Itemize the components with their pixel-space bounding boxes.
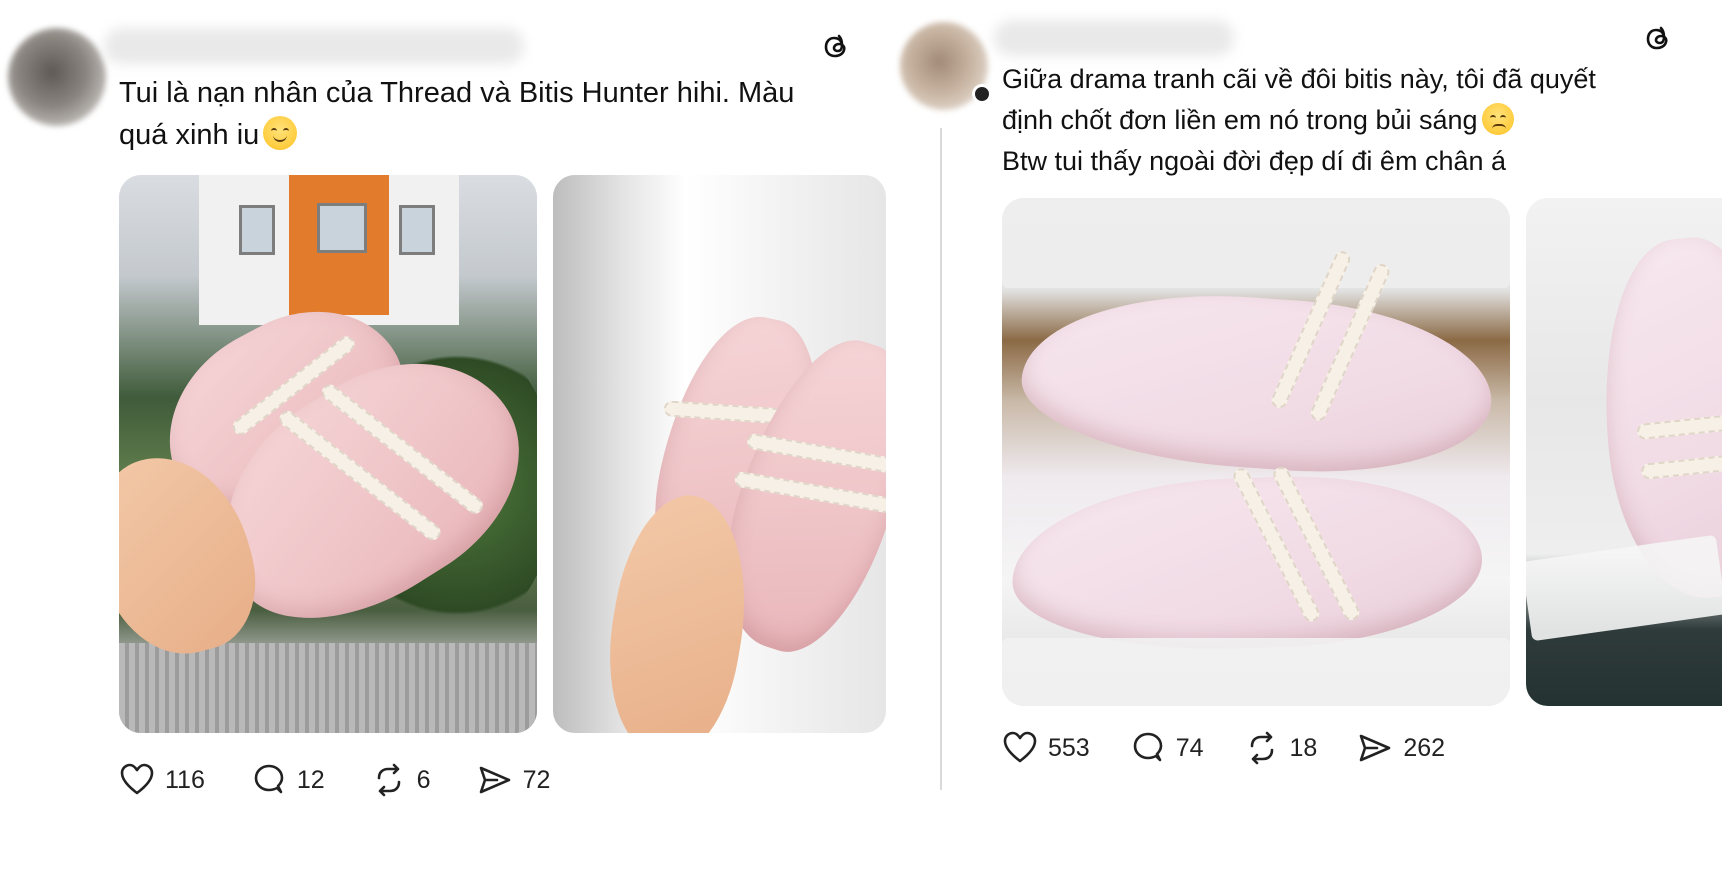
comment-bubble-icon <box>254 764 284 794</box>
repost-count: 18 <box>1289 733 1318 762</box>
comment-button[interactable]: 74 <box>1130 730 1204 766</box>
like-button[interactable]: 116 <box>119 762 205 798</box>
comment-count: 74 <box>1175 733 1204 762</box>
pleading-face-emoji <box>1481 103 1514 135</box>
heart-icon <box>120 763 154 795</box>
post-actions: 553 74 18 262 <box>1002 730 1485 766</box>
caption-line: quá xinh iu <box>119 114 794 156</box>
share-count: 262 <box>1403 733 1446 762</box>
like-button[interactable]: 553 <box>1002 730 1090 766</box>
repost-icon <box>1250 731 1273 765</box>
threads-post-1: Tui là nạn nhân của Thread và Bitis Hunt… <box>0 0 942 890</box>
send-icon <box>1360 734 1391 762</box>
post-caption: Tui là nạn nhân của Thread và Bitis Hunt… <box>119 72 794 156</box>
username-blurred[interactable] <box>104 28 524 64</box>
caption-line: định chốt đơn liền em nó trong bủi sáng <box>1002 100 1596 141</box>
repost-icon <box>377 763 400 797</box>
comment-bubble-icon <box>1133 732 1163 762</box>
like-count: 553 <box>1048 733 1090 762</box>
post-photo-shoes-in-box[interactable] <box>1002 198 1510 706</box>
threads-post-2: Giữa drama tranh cãi về đôi bitis này, t… <box>900 0 1722 890</box>
comment-button[interactable]: 12 <box>251 762 325 798</box>
repost-button[interactable]: 18 <box>1244 730 1318 766</box>
avatar-blurred[interactable] <box>8 28 106 126</box>
username-blurred[interactable] <box>994 20 1234 56</box>
send-icon <box>479 766 510 794</box>
threads-logo-icon[interactable] <box>1642 22 1674 54</box>
share-button[interactable]: 72 <box>477 762 551 798</box>
caption-line: Btw tui thấy ngoài đời đẹp dí đi êm chân… <box>1002 146 1507 176</box>
caption-line: Tui là nạn nhân của Thread và Bitis Hunt… <box>119 77 795 109</box>
share-count: 72 <box>522 765 551 794</box>
pink-shoe <box>1009 464 1485 657</box>
repost-button[interactable]: 6 <box>371 762 431 798</box>
post-photo-shoes-outdoors[interactable] <box>119 175 537 733</box>
building-background <box>199 175 459 325</box>
repost-count: 6 <box>416 765 431 794</box>
post-photo-shoes-partial[interactable] <box>1526 198 1722 706</box>
share-button[interactable]: 262 <box>1357 730 1445 766</box>
post-actions: 116 12 6 72 <box>119 762 596 798</box>
like-count: 116 <box>165 765 205 794</box>
avatar-badge <box>972 84 992 104</box>
smiling-face-emoji <box>263 116 298 150</box>
heart-icon <box>1003 731 1037 763</box>
threads-logo-icon[interactable] <box>820 30 852 62</box>
pink-shoe <box>1016 248 1498 485</box>
comment-count: 12 <box>296 765 325 794</box>
caption-line: Giữa drama tranh cãi về đôi bitis này, t… <box>1002 64 1596 94</box>
post-photo-shoes-curtain[interactable] <box>553 175 886 733</box>
post-caption: Giữa drama tranh cãi về đôi bitis này, t… <box>1002 59 1596 182</box>
